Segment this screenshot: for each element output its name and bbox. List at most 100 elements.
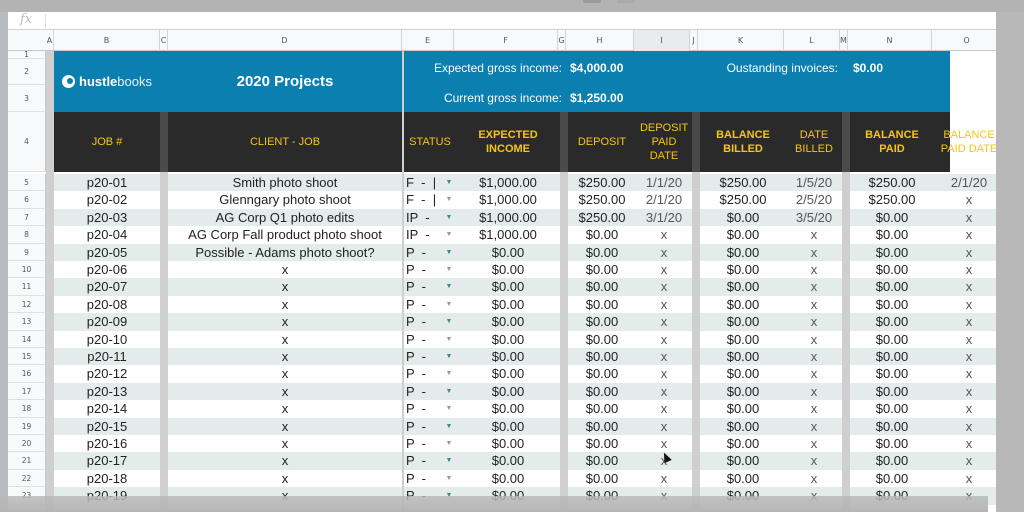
cell-client[interactable]: Glenngary photo shoot [168, 191, 402, 208]
cell-bal-billed[interactable]: $0.00 [700, 244, 786, 261]
cell-bal-paid[interactable]: $0.00 [850, 418, 934, 435]
cell-deposit[interactable]: $250.00 [568, 209, 636, 226]
cell-status[interactable]: P - ▼ [404, 278, 456, 295]
column-header-d[interactable]: D [168, 30, 402, 51]
cell-deposit[interactable]: $0.00 [568, 418, 636, 435]
cell-expected[interactable]: $0.00 [456, 470, 560, 487]
cell-job[interactable]: p20-03 [54, 209, 160, 226]
cell-bal-paid-date[interactable]: x [934, 470, 996, 487]
row-header[interactable]: 4 [8, 112, 46, 172]
column-header-c[interactable]: C [160, 30, 168, 51]
cell-status[interactable]: P - ▼ [404, 244, 456, 261]
cell-deposit[interactable]: $0.00 [568, 452, 636, 469]
cell-bal-paid-date[interactable]: x [934, 313, 996, 330]
cell-bal-paid[interactable]: $0.00 [850, 365, 934, 382]
header-date-billed[interactable]: DATE BILLED [786, 112, 842, 172]
row-header[interactable]: 2 [8, 59, 46, 85]
cell-job[interactable]: p20-16 [54, 435, 160, 452]
cell-bal-paid-date[interactable]: x [934, 261, 996, 278]
dropdown-arrow-icon[interactable]: ▼ [442, 435, 456, 452]
column-header-n[interactable]: N [848, 30, 932, 51]
cell-deposit[interactable]: $0.00 [568, 435, 636, 452]
cell-bal-paid-date[interactable]: x [934, 331, 996, 348]
cell-bal-paid-date[interactable]: x [934, 278, 996, 295]
cell-client[interactable]: x [168, 418, 402, 435]
cell-status[interactable]: P - ▼ [404, 331, 456, 348]
outstanding-invoices-value[interactable]: $0.00 [853, 61, 883, 75]
cell-date-billed[interactable]: 1/5/20 [786, 174, 842, 191]
cell-date-billed[interactable]: x [786, 418, 842, 435]
cell-bal-paid-date[interactable]: x [934, 296, 996, 313]
cell-client[interactable]: AG Corp Q1 photo edits [168, 209, 402, 226]
cell-dep-date[interactable]: x [636, 313, 692, 330]
cell-bal-billed[interactable]: $0.00 [700, 470, 786, 487]
cell-client[interactable]: x [168, 278, 402, 295]
cell-deposit[interactable]: $0.00 [568, 365, 636, 382]
cell-bal-paid-date[interactable]: x [934, 244, 996, 261]
cell-client[interactable]: x [168, 261, 402, 278]
cell-deposit[interactable]: $0.00 [568, 331, 636, 348]
cell-status[interactable]: F - | ▼ [404, 174, 456, 191]
cell-deposit[interactable]: $0.00 [568, 313, 636, 330]
row-header[interactable]: 22 [8, 469, 46, 488]
dropdown-arrow-icon[interactable]: ▼ [442, 191, 456, 208]
cell-deposit[interactable]: $0.00 [568, 470, 636, 487]
cell-client[interactable]: x [168, 383, 402, 400]
cell-bal-paid[interactable]: $0.00 [850, 452, 934, 469]
header-expected-income[interactable]: EXPECTED INCOME [456, 112, 560, 172]
cell-client[interactable]: x [168, 435, 402, 452]
cell-dep-date[interactable]: x [636, 418, 692, 435]
cell-bal-paid[interactable]: $0.00 [850, 400, 934, 417]
cell-date-billed[interactable]: x [786, 313, 842, 330]
column-header-h[interactable]: H [566, 30, 634, 51]
cell-bal-paid-date[interactable]: x [934, 452, 996, 469]
dropdown-arrow-icon[interactable]: ▼ [442, 244, 456, 261]
cell-expected[interactable]: $0.00 [456, 452, 560, 469]
cell-job[interactable]: p20-10 [54, 331, 160, 348]
cell-dep-date[interactable]: 3/1/20 [636, 209, 692, 226]
row-header[interactable]: 9 [8, 243, 46, 261]
cell-bal-paid-date[interactable]: x [934, 383, 996, 400]
cell-dep-date[interactable]: x [636, 278, 692, 295]
cell-date-billed[interactable]: 3/5/20 [786, 209, 842, 226]
cell-date-billed[interactable]: x [786, 244, 842, 261]
column-header-b[interactable]: B [54, 30, 160, 51]
expected-gross-value[interactable]: $4,000.00 [570, 61, 623, 75]
cell-bal-billed[interactable]: $0.00 [700, 226, 786, 243]
cell-date-billed[interactable]: x [786, 296, 842, 313]
cell-client[interactable]: x [168, 313, 402, 330]
cell-client[interactable]: x [168, 296, 402, 313]
header-balance-paid-date[interactable]: BALANCE PAID DATE [934, 112, 996, 172]
column-header-o[interactable]: O [932, 30, 996, 51]
cell-bal-paid[interactable]: $0.00 [850, 331, 934, 348]
cell-bal-billed[interactable]: $0.00 [700, 418, 786, 435]
cell-bal-paid[interactable]: $0.00 [850, 226, 934, 243]
cell-bal-paid[interactable]: $250.00 [850, 174, 934, 191]
cell-dep-date[interactable]: x [636, 365, 692, 382]
cell-date-billed[interactable]: x [786, 331, 842, 348]
cell-deposit[interactable]: $0.00 [568, 296, 636, 313]
row-header[interactable]: 14 [8, 330, 46, 348]
row-header[interactable]: 3 [8, 85, 46, 112]
cell-status[interactable]: P - ▼ [404, 452, 456, 469]
cell-bal-paid[interactable]: $0.00 [850, 435, 934, 452]
cell-expected[interactable]: $0.00 [456, 418, 560, 435]
cell-expected[interactable]: $1,000.00 [456, 209, 560, 226]
cell-expected[interactable]: $0.00 [456, 244, 560, 261]
dropdown-arrow-icon[interactable]: ▼ [442, 226, 456, 243]
dropdown-arrow-icon[interactable]: ▼ [442, 400, 456, 417]
cell-status[interactable]: P - ▼ [404, 418, 456, 435]
cell-status[interactable]: P - ▼ [404, 365, 456, 382]
row-header[interactable]: 11 [8, 278, 46, 296]
current-gross-value[interactable]: $1,250.00 [570, 91, 623, 105]
cell-bal-paid-date[interactable]: x [934, 418, 996, 435]
cell-client[interactable]: x [168, 348, 402, 365]
cell-deposit[interactable]: $250.00 [568, 174, 636, 191]
cell-bal-billed[interactable]: $0.00 [700, 296, 786, 313]
cell-bal-billed[interactable]: $0.00 [700, 383, 786, 400]
cell-client[interactable]: x [168, 470, 402, 487]
cell-date-billed[interactable]: x [786, 348, 842, 365]
dropdown-arrow-icon[interactable]: ▼ [442, 452, 456, 469]
row-header[interactable]: 6 [8, 191, 46, 209]
cell-bal-billed[interactable]: $0.00 [700, 331, 786, 348]
